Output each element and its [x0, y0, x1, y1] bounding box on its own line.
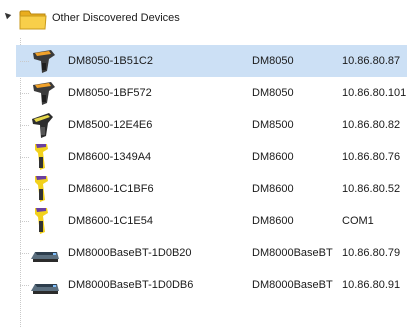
device-model: DM8050	[252, 55, 294, 67]
handheld-scanner-orange-icon	[29, 79, 61, 107]
device-row[interactable]: DM8050-1B51C2 DM8050 10.86.80.87	[16, 45, 407, 77]
device-model: DM8600	[252, 183, 294, 195]
device-address: COM1	[342, 215, 374, 227]
device-row[interactable]: DM8050-1BF572 DM8050 10.86.80.101	[16, 77, 407, 109]
tree-branch	[20, 189, 29, 190]
handheld-scanner-yellow-icon	[29, 175, 61, 203]
device-model: DM8600	[252, 215, 294, 227]
handheld-scanner-dark-icon	[29, 111, 61, 139]
device-row[interactable]: DM8000BaseBT-1D0DB6 DM8000BaseBT 10.86.80.…	[16, 269, 407, 301]
device-model: DM8000BaseBT	[252, 247, 333, 259]
folder-icon	[19, 10, 47, 30]
collapse-arrow-icon[interactable]	[2, 10, 12, 20]
tree-branch	[20, 93, 29, 94]
device-address: 10.86.80.87	[342, 55, 401, 67]
tree-branch	[20, 125, 29, 126]
tree-branch	[20, 157, 29, 158]
device-name: DM8000BaseBT-1D0B20	[68, 247, 192, 259]
device-name: DM8050-1B51C2	[68, 55, 153, 67]
device-name: DM8600-1C1BF6	[68, 183, 154, 195]
tree-branch	[20, 221, 29, 222]
base-station-icon	[29, 271, 61, 299]
device-name: DM8600-1349A4	[68, 151, 152, 163]
device-row[interactable]: DM8500-12E4E6 DM8500 10.86.80.82	[16, 109, 407, 141]
device-name: DM8050-1BF572	[68, 87, 152, 99]
device-row[interactable]: DM8600-1C1BF6 DM8600 10.86.80.52	[16, 173, 407, 205]
device-address: 10.86.80.76	[342, 151, 401, 163]
device-address: 10.86.80.52	[342, 183, 401, 195]
handheld-scanner-yellow-icon	[29, 143, 61, 171]
device-group-header[interactable]: Other Discovered Devices	[0, 0, 407, 34]
device-row[interactable]: DM8000BaseBT-1D0B20 DM8000BaseBT 10.86.80.…	[16, 237, 407, 269]
device-row[interactable]: DM8600-1349A4 DM8600 10.86.80.76	[16, 141, 407, 173]
device-address: 10.86.80.91	[342, 279, 401, 291]
device-model: DM8600	[252, 151, 294, 163]
device-model: DM8500	[252, 119, 294, 131]
device-model: DM8050	[252, 87, 294, 99]
handheld-scanner-orange-icon	[29, 47, 61, 75]
device-address: 10.86.80.82	[342, 119, 401, 131]
device-name: DM8500-12E4E6	[68, 119, 153, 131]
device-row[interactable]: DM8600-1C1E54 DM8600 COM1	[16, 205, 407, 237]
device-name: DM8000BaseBT-1D0DB6	[68, 279, 194, 291]
device-model: DM8000BaseBT	[252, 279, 333, 291]
device-address: 10.86.80.79	[342, 247, 401, 259]
device-address: 10.86.80.101	[342, 87, 407, 99]
group-label: Other Discovered Devices	[52, 12, 180, 24]
base-station-icon	[29, 239, 61, 267]
tree-branch	[20, 253, 29, 254]
tree-branch	[20, 285, 29, 286]
handheld-scanner-yellow-icon	[29, 207, 61, 235]
tree-branch	[20, 61, 29, 62]
device-name: DM8600-1C1E54	[68, 215, 153, 227]
